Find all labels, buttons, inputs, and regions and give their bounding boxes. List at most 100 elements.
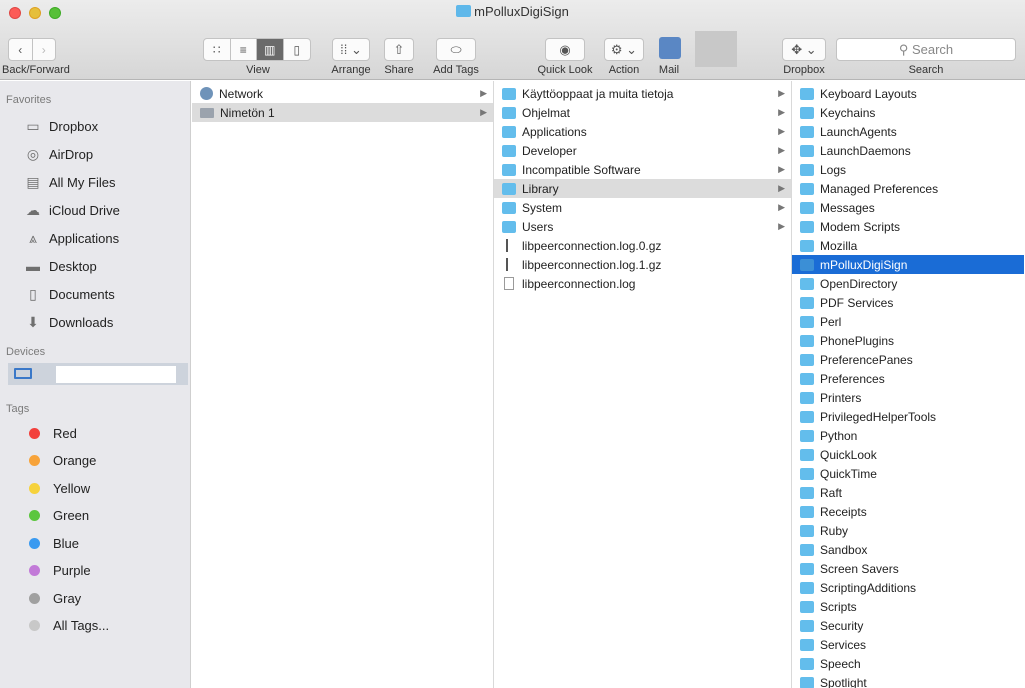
column-view-button[interactable]: ▥ [257,39,284,60]
device-name-field[interactable] [56,366,176,383]
column-row-label: PreferencePanes [820,352,913,367]
column-row[interactable]: Speech [792,654,1024,673]
search-icon: ⚲ [898,42,909,57]
column-row[interactable]: Logs [792,160,1024,179]
sidebar-item-applications[interactable]: ⩓ Applications [24,226,119,250]
column-row[interactable]: Users ▶ [494,217,791,236]
tag-item-red[interactable]: Red [24,421,77,445]
column-row[interactable]: Scripts [792,597,1024,616]
arrange-icon: ⁞⁞ ⌄ [340,41,362,57]
column-row[interactable]: ScriptingAdditions [792,578,1024,597]
tag-item-purple[interactable]: Purple [24,559,91,583]
column-row[interactable]: LaunchDaemons [792,141,1024,160]
column-row[interactable]: QuickTime [792,464,1024,483]
tag-item-orange[interactable]: Orange [24,449,96,473]
folder-icon [502,201,516,214]
quick-look-button[interactable]: ◉ [545,38,585,61]
action-button[interactable]: ⚙ ⌄ [604,38,644,61]
folder-icon [502,125,516,138]
column-row[interactable]: Spotlight [792,673,1024,688]
add-tags-button[interactable]: ⬭ [436,38,476,61]
column-row[interactable]: PDF Services [792,293,1024,312]
folder-icon [502,144,516,157]
column-row[interactable]: System ▶ [494,198,791,217]
column-row[interactable]: Sandbox [792,540,1024,559]
column-row[interactable]: Python [792,426,1024,445]
list-view-button[interactable]: ≡ [231,39,257,60]
document-icon [504,277,514,290]
column-row[interactable]: Security [792,616,1024,635]
column-row[interactable]: Perl [792,312,1024,331]
sidebar-item-airdrop[interactable]: ◎ AirDrop [24,142,93,166]
arrange-button[interactable]: ⁞⁞ ⌄ [332,38,370,61]
column-row[interactable]: PrivilegedHelperTools [792,407,1024,426]
column-row[interactable]: libpeerconnection.log.1.gz [494,255,791,274]
share-button[interactable]: ⇧ [384,38,414,61]
icon-view-button[interactable]: ∷ [204,39,231,60]
tag-item-yellow[interactable]: Yellow [24,476,90,500]
folder-icon [502,182,516,195]
column-row[interactable]: Käyttöoppaat ja muita tietoja ▶ [494,84,791,103]
search-input[interactable]: ⚲ Search [836,38,1016,61]
mail-button[interactable] [655,33,685,63]
column-row[interactable]: Ohjelmat ▶ [494,103,791,122]
dropbox-button[interactable]: ✥ ⌄ [782,38,826,61]
folder-icon [800,429,814,442]
folder-icon [502,163,516,176]
column-row[interactable]: mPolluxDigiSign [792,255,1024,274]
column-row[interactable]: Ruby [792,521,1024,540]
tag-dot-icon [29,620,40,631]
column-row[interactable]: PhonePlugins [792,331,1024,350]
column-row[interactable]: Nimetön 1 ▶ [192,103,493,122]
column-row[interactable]: Services [792,635,1024,654]
column-row[interactable]: PreferencePanes [792,350,1024,369]
column-row[interactable]: Mozilla [792,236,1024,255]
column-row[interactable]: Preferences [792,369,1024,388]
column-row[interactable]: Applications ▶ [494,122,791,141]
column-row[interactable]: Managed Preferences [792,179,1024,198]
folder-icon [800,163,814,176]
tag-item-blue[interactable]: Blue [24,531,79,555]
sidebar-item-icloud-drive[interactable]: ☁ iCloud Drive [24,198,120,222]
folder-icon [800,562,814,575]
tag-item-all-tags[interactable]: All Tags... [24,614,109,638]
column-row[interactable]: libpeerconnection.log.0.gz [494,236,791,255]
column-row[interactable]: QuickLook [792,445,1024,464]
tag-item-green[interactable]: Green [24,504,89,528]
sidebar-item-dropbox[interactable]: ▭ Dropbox [24,114,98,138]
cover-flow-button[interactable]: ▯ [284,39,310,60]
column-row-label: Messages [820,200,875,215]
tag-label: Orange [53,453,97,468]
column-row-label: LaunchAgents [820,124,897,139]
column-row[interactable]: Receipts [792,502,1024,521]
column-row[interactable]: Screen Savers [792,559,1024,578]
column-row[interactable]: Network ▶ [192,84,493,103]
dropbox-icon: ✥ ⌄ [791,41,817,57]
forward-button[interactable]: › [33,39,56,60]
column-row[interactable]: Developer ▶ [494,141,791,160]
column-row-label: Receipts [820,504,867,519]
column-row[interactable]: Keychains [792,103,1024,122]
tag-item-gray[interactable]: Gray [24,586,81,610]
column-row[interactable]: Incompatible Software ▶ [494,160,791,179]
column-row[interactable]: Modem Scripts [792,217,1024,236]
column-locations: Network ▶ Nimetön 1 ▶ [192,81,494,688]
column-row[interactable]: LaunchAgents [792,122,1024,141]
back-button[interactable]: ‹ [9,39,33,60]
column-row[interactable]: libpeerconnection.log [494,274,791,293]
tag-dot-icon [29,427,40,439]
sidebar-item-documents[interactable]: ▯ Documents [24,282,115,306]
sidebar-item-desktop[interactable]: ▬ Desktop [24,254,97,278]
column-row[interactable]: Messages [792,198,1024,217]
column-row[interactable]: OpenDirectory [792,274,1024,293]
eye-icon: ◉ [559,41,571,57]
folder-icon [800,600,814,613]
column-row-label: Keychains [820,105,876,120]
column-row[interactable]: Printers [792,388,1024,407]
column-row[interactable]: Keyboard Layouts [792,84,1024,103]
sidebar-item-downloads[interactable]: ⬇ Downloads [24,310,113,334]
column-row[interactable]: Library ▶ [494,179,791,198]
column-row[interactable]: Raft [792,483,1024,502]
sidebar-item-all-my-files[interactable]: ▤ All My Files [24,170,115,194]
cover-flow-icon: ▯ [293,42,301,57]
